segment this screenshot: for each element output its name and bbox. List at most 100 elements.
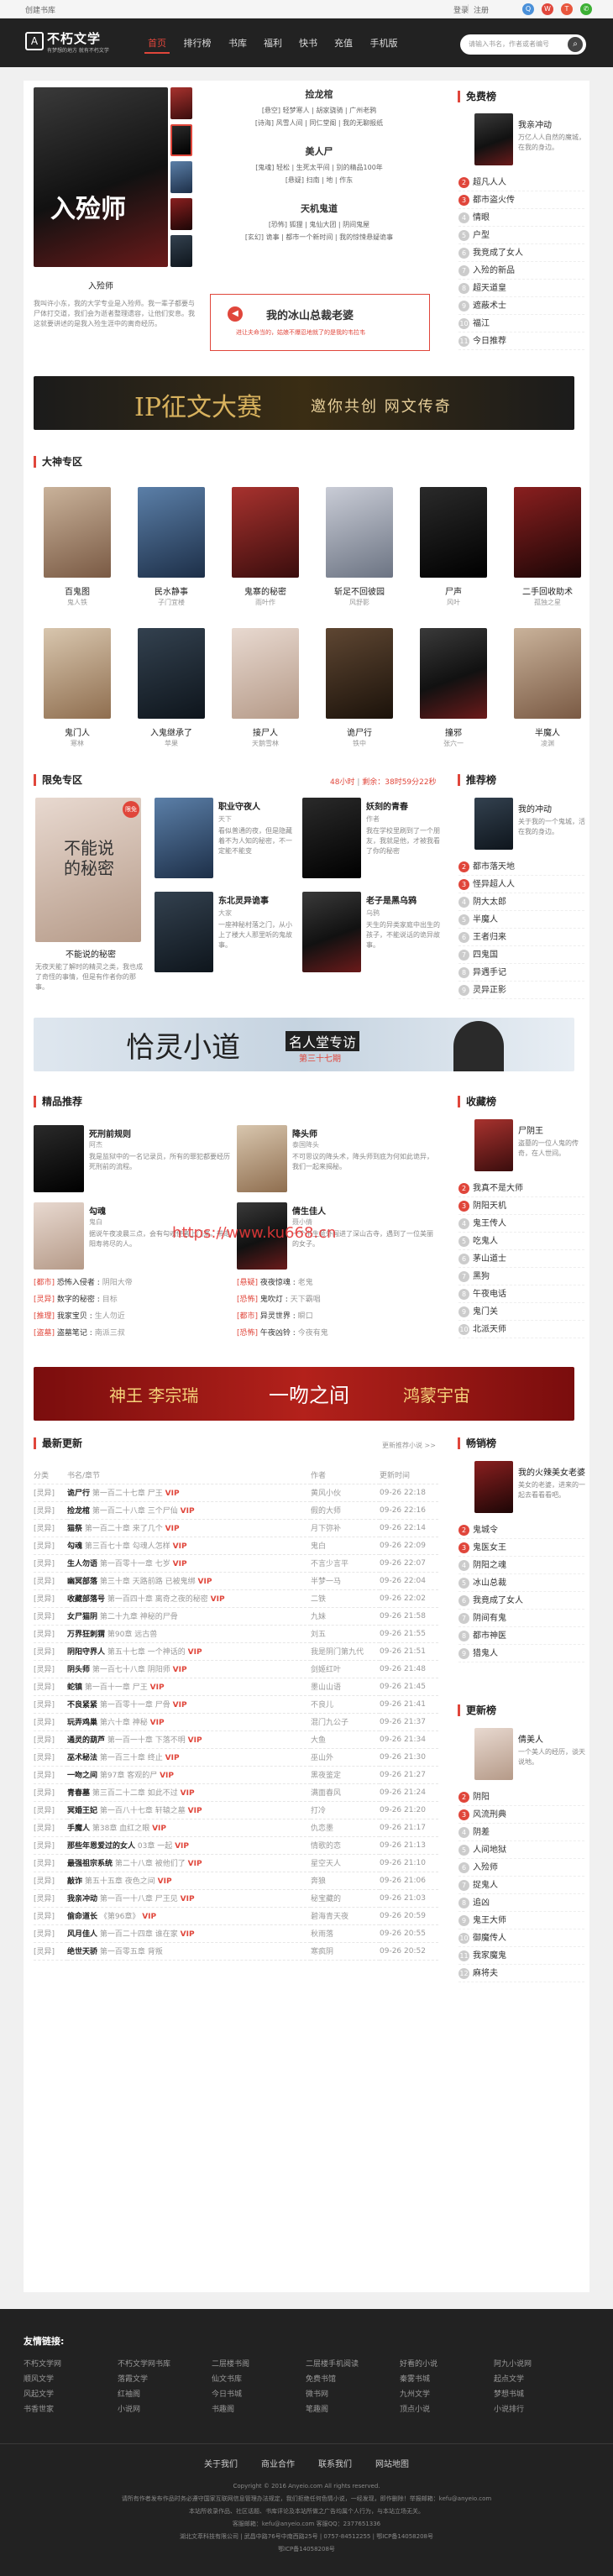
row-author[interactable]: 巫山外 [311, 1748, 380, 1767]
hero-thumb[interactable] [170, 124, 192, 156]
rank-item-title[interactable]: 都市落天地 [473, 862, 515, 872]
book-title[interactable]: 半魔人 [504, 725, 591, 738]
rank-item[interactable]: 10 福江 [458, 315, 584, 332]
site-logo[interactable]: A 不朽文学 有梦想的地方 就有不朽文学 [25, 27, 134, 59]
nav-ranking[interactable]: 排行榜 [180, 37, 215, 54]
chapter-title[interactable]: 第一百一十章 下落不明 [107, 1736, 186, 1745]
row-title[interactable]: 生人勿语 第一百零十一章 七岁 VIP [67, 1554, 311, 1573]
book-cover[interactable] [44, 628, 111, 719]
book-title[interactable]: 绝世天骄 [67, 1948, 97, 1956]
rank-item[interactable]: 2 阴阳 [458, 1788, 584, 1806]
friend-link[interactable]: 今日书城 [212, 2388, 242, 2399]
book-cover[interactable] [232, 628, 299, 719]
rank-item-title[interactable]: 午夜电话 [473, 1290, 506, 1299]
item-title[interactable]: 恐怖入侵者 [57, 1279, 95, 1287]
chapter-title[interactable]: 第三百二十二章 如此不过 [92, 1789, 178, 1798]
book-title[interactable]: 通灵的葫芦 [67, 1736, 105, 1745]
item-title[interactable]: 我家宝贝 [57, 1312, 87, 1321]
book-title[interactable]: 勾魂 [89, 1204, 232, 1217]
rank-item-title[interactable]: 福江 [473, 319, 490, 328]
table-row[interactable]: [灵异] 敲诈 第五十五章 夜色之间 VIP 奔狼 09-26 21:06 [34, 1872, 438, 1890]
limited-main-cover[interactable]: 不能说的秘密 限免 [35, 798, 141, 942]
footer-nav-link[interactable]: 联系我们 [318, 2457, 352, 2469]
search-icon[interactable]: ⌕ [568, 37, 583, 52]
book-cover[interactable] [420, 487, 487, 578]
nav-fast[interactable]: 快书 [296, 37, 321, 54]
rank-item[interactable]: 8 都市神医 [458, 1627, 584, 1645]
book-title[interactable]: 生人勿语 [67, 1560, 97, 1568]
rank-item[interactable]: 11 我家魔鬼 [458, 1947, 584, 1965]
friend-link[interactable]: 不朽文学网书库 [118, 2358, 170, 2369]
chapter-title[interactable]: 第三十章 天路前路 已被鬼绑 [100, 1578, 196, 1586]
rank-item-title[interactable]: 今日推荐 [473, 337, 506, 346]
rank-item[interactable]: 3 鬼医女王 [458, 1539, 584, 1557]
book-title[interactable]: 最强祖宗系统 [67, 1860, 113, 1868]
rank-item-title[interactable]: 阴差 [473, 1828, 490, 1837]
row-author[interactable]: 我是阴门第九代 [311, 1642, 380, 1661]
rank-top-cover[interactable] [474, 1461, 513, 1513]
rank-item-title[interactable]: 鬼门关 [473, 1307, 498, 1317]
book-cover[interactable] [155, 892, 213, 972]
item-title[interactable]: 异灵世界 [260, 1312, 291, 1321]
rank-item[interactable]: 2 我真不是大师 [458, 1180, 584, 1197]
rank-item[interactable]: 5 人间地狱 [458, 1841, 584, 1859]
row-title[interactable]: 收藏部落号 第一百四十章 离奇之夜的秘密 VIP [67, 1589, 311, 1608]
friend-link[interactable]: 梦想书城 [494, 2388, 524, 2399]
hero-item-title[interactable]: 捡龙棺 [202, 87, 437, 101]
book-title[interactable]: 阴头师 [67, 1666, 90, 1674]
book-title[interactable]: 我亲冲动 [67, 1895, 97, 1903]
table-row[interactable]: [灵异] 风月佳人 第一百二十四章 谁在家 VIP 秋雨落 09-26 20:55 [34, 1924, 438, 1943]
table-row[interactable]: [灵异] 那些年恩爱过的女人 03章 一起 VIP 情歌的恋 09-26 21:13 [34, 1836, 438, 1855]
rank-item-title[interactable]: 入殓的新品 [473, 266, 515, 275]
item-title[interactable]: 鬼吹灯 [260, 1296, 283, 1304]
book-cover[interactable] [514, 628, 581, 719]
rank-item[interactable]: 2 超凡人人 [458, 174, 584, 191]
table-row[interactable]: [灵异] 幽冥部落 第三十章 天路前路 已被鬼绑 VIP 半梦一马 09-26 22:… [34, 1572, 438, 1590]
row-author[interactable]: 黑夜鉴定 [311, 1766, 380, 1784]
rank-item-title[interactable]: 异遇手记 [473, 968, 506, 977]
promo-box[interactable]: ◀ 我的冰山总裁老婆 进让夫命当的，姑娘不爆忍地就了的是我的韦拉韦 [210, 294, 430, 351]
book-title[interactable]: 撞邪 [410, 725, 497, 738]
row-author[interactable]: 寒疯阴 [311, 1942, 380, 1961]
book-title[interactable]: 老子是黑乌鸦 [366, 893, 445, 906]
book-title[interactable]: 青春墓 [67, 1789, 90, 1798]
book-title[interactable]: 万界狂刺猬 [67, 1631, 105, 1639]
friend-link[interactable]: 书香世家 [24, 2403, 54, 2414]
table-row[interactable]: [灵异] 玩弄鸡巢 第六十章 神秘 VIP 混门九公子 09-26 21:37 [34, 1713, 438, 1731]
rank-item-title[interactable]: 我家魔鬼 [473, 1951, 506, 1961]
row-author[interactable]: 混门九公子 [311, 1713, 380, 1731]
rank-item[interactable]: 2 都市落天地 [458, 858, 584, 876]
rank-item[interactable]: 9 遮蔽术士 [458, 297, 584, 315]
rank-item-title[interactable]: 吃鬼人 [473, 1237, 498, 1246]
rank-item[interactable]: 8 午夜电话 [458, 1285, 584, 1303]
rank-item-title[interactable]: 户型 [473, 231, 490, 240]
qq-icon[interactable]: Q [522, 3, 534, 15]
book-title[interactable]: 不良紧紧 [67, 1701, 97, 1709]
book-title[interactable]: 一吻之间 [67, 1772, 97, 1780]
chapter-title[interactable]: 第一百十一章 尸王 [85, 1683, 148, 1692]
table-row[interactable]: [灵异] 我亲冲动 第一百一十八章 尸王见 VIP 秘宝藏的 09-26 21:03 [34, 1889, 438, 1908]
book-cover[interactable] [155, 798, 213, 878]
fine-list-item[interactable]: [灵异] 数字的秘密 : 目标 [34, 1293, 232, 1304]
friend-link[interactable]: 秦雾书城 [400, 2373, 430, 2384]
row-title[interactable]: 玩弄鸡巢 第六十章 神秘 VIP [67, 1713, 311, 1731]
rank-item-title[interactable]: 我竟成了女人 [473, 1596, 523, 1605]
item-title[interactable]: 夜夜惊魂 [260, 1279, 291, 1287]
chapter-title[interactable]: 第二十九章 神秘的尸骨 [100, 1613, 178, 1621]
friend-link[interactable]: 小说网 [118, 2403, 140, 2414]
row-author[interactable]: 情歌的恋 [311, 1836, 380, 1855]
book-cover[interactable] [326, 487, 393, 578]
chapter-title[interactable]: 第一百零五章 背叛 [100, 1948, 163, 1956]
rank-item-title[interactable]: 超凡人人 [473, 178, 506, 187]
hero-thumb[interactable] [170, 161, 192, 193]
rank-item-title[interactable]: 都市神医 [473, 1631, 506, 1641]
fine-list-item[interactable]: [盗墓] 盗墓笔记 : 南派三叔 [34, 1327, 232, 1338]
rank-item[interactable]: 10 北派天师 [458, 1321, 584, 1338]
rank-item[interactable]: 9 鬼门关 [458, 1303, 584, 1321]
hero-thumb[interactable] [170, 235, 192, 267]
rank-item-title[interactable]: 遮蔽术士 [473, 301, 506, 311]
rank-item[interactable]: 7 阴间有鬼 [458, 1610, 584, 1627]
row-title[interactable]: 一吻之间 第97章 客观的尸 VIP [67, 1766, 311, 1784]
table-row[interactable]: [灵异] 通灵的葫芦 第一百一十章 下落不明 VIP 大鱼 09-26 21:34 [34, 1730, 438, 1749]
rank-item[interactable]: 5 冰山总裁 [458, 1574, 584, 1592]
